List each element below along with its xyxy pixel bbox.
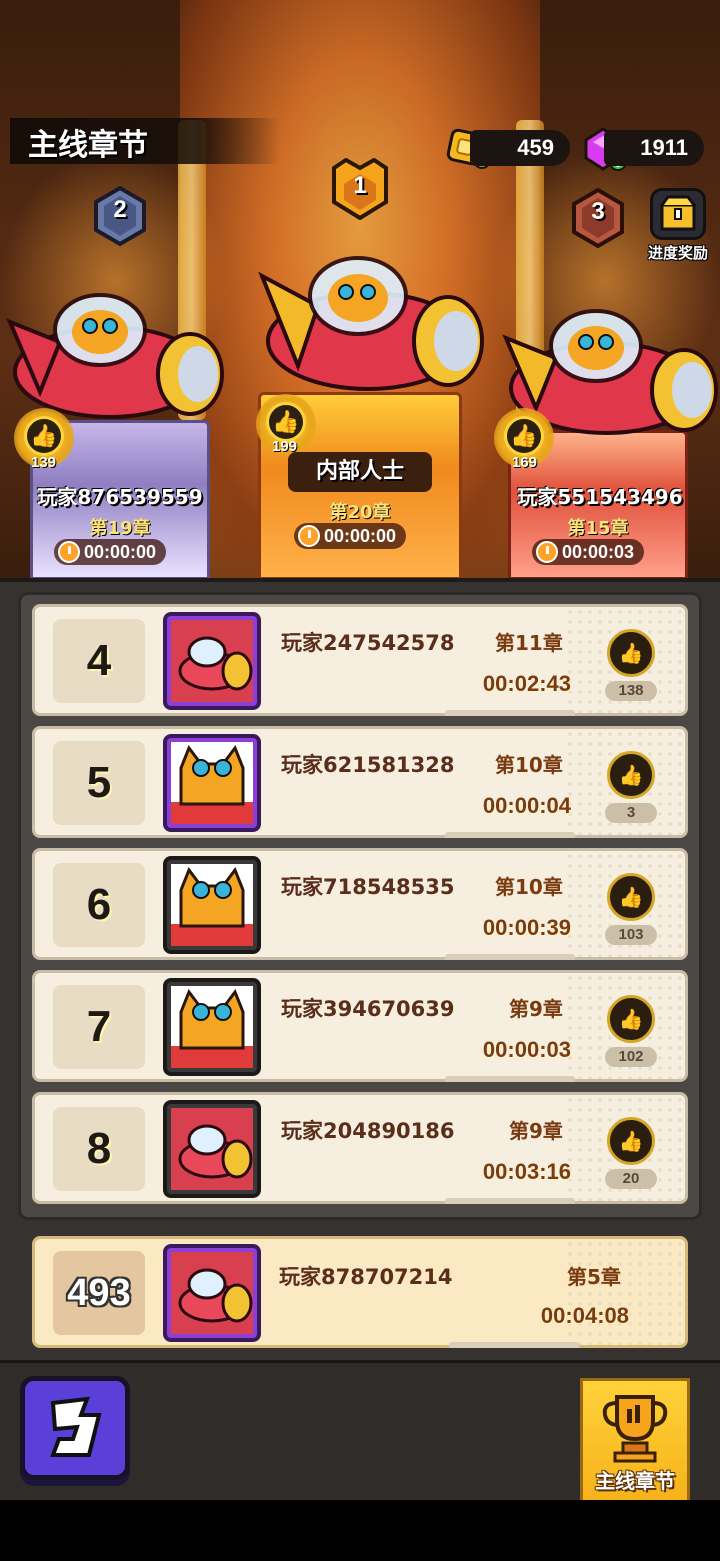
podium-chapter: 第20章 [329,502,391,523]
cat-avatar-icon [171,864,253,946]
chapter-label: 第10章 [495,875,563,899]
gold-counter: 459 [470,130,570,166]
table-row[interactable]: 7 玩家394670639 第9章 00:00:03 👍 102 [32,970,688,1082]
clock-icon [536,541,558,563]
like-button[interactable]: 👍 [607,873,655,921]
chapter-label: 第5章 [567,1265,621,1289]
clear-time: 00:00:39 [482,915,571,940]
podium-player-name: 玩家876539559 [37,485,203,509]
rank-number: 5 [53,741,145,825]
table-row[interactable]: 8 玩家204890186 第9章 00:03:16 👍 20 [32,1092,688,1204]
leaderboard-screen: 主线章节 459 1911 进度奖励 2 1 3 👍 139 👍 199 👍 1… [0,0,720,1561]
like-button[interactable]: 👍 [607,629,655,677]
chapter-label: 第9章 [509,1119,563,1143]
plane-avatar [163,1100,261,1198]
chapter-label: 第9章 [509,997,563,1021]
cat-avatar [163,978,261,1076]
table-row[interactable]: 6 玩家718548535 第10章 00:00:39 👍 103 [32,848,688,960]
rank-number: 6 [53,863,145,947]
clear-time: 00:04:08 [540,1303,629,1328]
like-count: 20 [605,1169,657,1189]
page-title: 主线章节 [28,128,148,163]
clock-icon [58,541,80,563]
like-button[interactable]: 👍 [607,995,655,1043]
tab-main-chapter[interactable]: 主线章节 [580,1378,690,1500]
chapter-label: 第11章 [495,631,563,655]
my-rank-row[interactable]: 493 玩家878707214 第5章 00:04:08 [32,1236,688,1348]
trophy-icon [602,1395,668,1463]
plane-avatar-icon [171,1108,253,1190]
clock-icon [298,525,320,547]
like-count: 102 [605,1047,657,1067]
cat-pilot-plane-icon [258,256,484,391]
clear-time: 00:03:16 [482,1159,571,1184]
like-button[interactable]: 👍 [607,751,655,799]
plane-avatar [163,1244,261,1342]
player-name: 玩家878707214 [279,1265,453,1289]
like-count: 138 [605,681,657,701]
podium-chapter: 第15章 [567,518,629,539]
podium-time: 00:00:00 [54,539,167,565]
podium-chapter: 第19章 [89,518,151,539]
cat-avatar-icon [171,986,253,1068]
back-arrow-icon [50,1396,102,1457]
player-name: 玩家247542578 [281,631,455,655]
table-row[interactable]: 5 玩家621581328 第10章 00:00:04 👍 3 [32,726,688,838]
thumbs-up-icon: 👍 [618,1007,644,1031]
my-rank-number: 493 [53,1251,145,1335]
podium-player-name: 玩家551543496 [517,485,683,509]
thumbs-up-icon: 👍 [30,423,58,449]
thumbs-up-icon: 👍 [618,1129,644,1153]
thumbs-up-icon: 👍 [618,641,644,665]
like-count: 103 [605,925,657,945]
thumbs-up-icon: 👍 [272,409,300,435]
table-row[interactable]: 4 玩家247542578 第11章 00:02:43 👍 138 [32,604,688,716]
like-button[interactable]: 👍 [607,1117,655,1165]
player-name: 玩家718548535 [281,875,455,899]
rank-number: 8 [53,1107,145,1191]
rank-badge-1: 1 [330,157,390,221]
clear-time: 00:00:04 [482,793,571,818]
clear-time: 00:00:03 [482,1037,571,1062]
progress-reward-button[interactable]: 进度奖励 [640,188,716,268]
cat-avatar [163,734,261,832]
player-name: 玩家621581328 [281,753,455,777]
player-name: 玩家394670639 [281,997,455,1021]
gem-counter: 1911 [604,130,704,166]
thumbs-up-icon: 👍 [618,763,644,787]
player-name: 玩家204890186 [281,1119,455,1143]
treasure-chest-icon [660,195,696,231]
system-nav-strip [0,1500,720,1561]
thumbs-up-icon: 👍 [618,885,644,909]
like-count: 3 [605,803,657,823]
clear-time: 00:02:43 [482,671,571,696]
cat-avatar [163,856,261,954]
rank-number: 4 [53,619,145,703]
cat-avatar-icon [171,742,253,824]
rank-number: 7 [53,985,145,1069]
rank-badge-2: 2 [92,185,148,247]
podium-player-name: 内部人士 [288,452,432,492]
rank-badge-3: 3 [570,187,626,249]
thumbs-up-icon: 👍 [510,423,538,449]
plane-avatar-icon [171,1252,253,1334]
plane-avatar [163,612,261,710]
podium-time: 00:00:03 [532,539,645,565]
podium-time: 00:00:00 [294,523,407,549]
chapter-label: 第10章 [495,753,563,777]
plane-avatar-icon [171,620,253,702]
back-button[interactable] [20,1376,130,1480]
